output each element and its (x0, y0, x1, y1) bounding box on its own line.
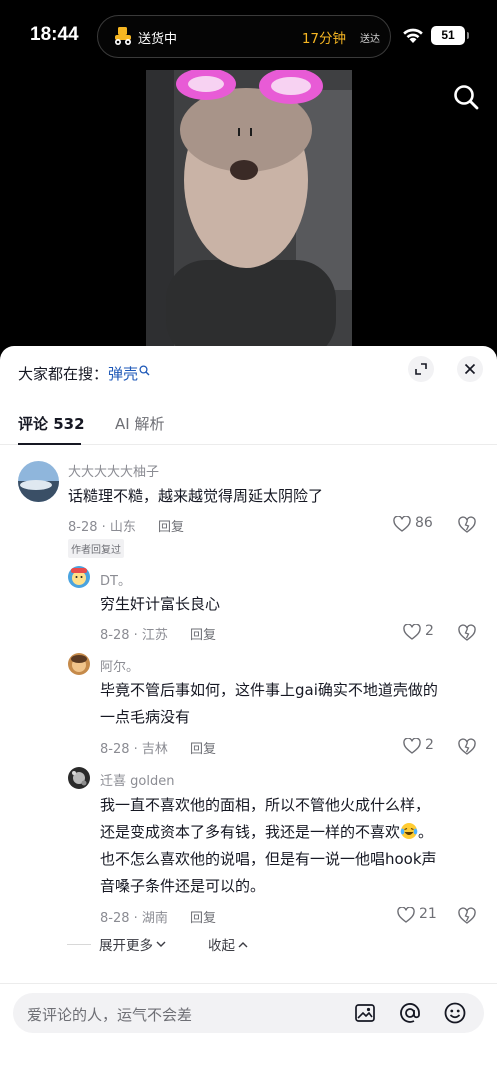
reply-text-line[interactable]: 还是变成资本了多有钱，我还是一样的不喜欢。 (100, 819, 433, 846)
comment-date-location: 8-28 · 山东 (68, 520, 136, 535)
wifi-icon (403, 28, 423, 43)
heart-icon (397, 907, 415, 923)
comment-input-placeholder: 爱评论的人，运气不会差 (27, 1006, 193, 1024)
tab-comments[interactable]: 评论 532 (18, 413, 85, 434)
avatar-image (68, 566, 90, 588)
delivery-scooter-icon (115, 27, 131, 45)
search-small-icon (139, 365, 150, 376)
avatar[interactable] (68, 653, 90, 675)
reply-button[interactable]: 回复 (158, 516, 184, 535)
delivery-eta: 17分钟 (301, 31, 346, 47)
video-player[interactable] (0, 70, 497, 362)
image-icon[interactable] (353, 1001, 377, 1025)
comment-text[interactable]: 话糙理不糙，越来越觉得周延太阴险了 (68, 483, 323, 510)
reply-text-fragment: 。 (418, 823, 434, 841)
author-replied-badge: 作者回复过 (68, 539, 124, 558)
reply-text-line[interactable]: 音嗓子条件还是可以的。 (100, 873, 265, 900)
status-bar: 18:44 送货中 17分钟 送达 51 (0, 0, 497, 72)
comment-sheet: 大家都在搜：弹壳 评论 532 AI 解析 大大大大大柚子 话糙理不糙，越来越觉… (0, 346, 497, 1080)
heart-icon (403, 738, 421, 754)
reply-username[interactable]: DT。 (100, 570, 131, 589)
delivery-live-activity[interactable]: 送货中 17分钟 送达 (97, 15, 391, 58)
like-count: 21 (419, 906, 437, 922)
emoji-icon[interactable] (443, 1001, 467, 1025)
comment-username[interactable]: 大大大大大柚子 (68, 461, 159, 480)
search-icon[interactable] (451, 82, 481, 112)
reply-text-line[interactable]: 我一直不喜欢他的面相，所以不管他火成什么样， (100, 792, 430, 819)
reply-text-line[interactable]: 也不怎么喜欢他的说唱，但是有一说一他唱hook声 (100, 846, 437, 873)
dislike-icon[interactable] (458, 516, 476, 533)
reply-username[interactable]: 阿尔。 (100, 656, 139, 675)
trending-keyword[interactable]: 弹壳 (108, 365, 138, 383)
reply-button[interactable]: 回复 (190, 624, 216, 643)
tab-ai-analysis[interactable]: AI 解析 (115, 413, 164, 434)
video-thumbnail (146, 70, 352, 360)
avatar[interactable] (68, 566, 90, 588)
reply-text[interactable]: 穷生奸计富长良心 (100, 591, 220, 618)
reply-text-line[interactable]: 一点毛病没有 (100, 704, 190, 731)
avatar-image (68, 767, 90, 789)
expand-icon (415, 363, 427, 375)
chevron-up-icon (238, 942, 248, 948)
avatar-image (18, 461, 59, 502)
expand-more-button[interactable]: 展开更多 (99, 934, 166, 954)
expand-more-label: 展开更多 (99, 938, 153, 954)
comment-input[interactable]: 爱评论的人，运气不会差 (13, 993, 484, 1033)
comment-tabs: 评论 532 AI 解析 (0, 408, 497, 445)
reply-date-location: 8-28 · 江苏 (100, 628, 168, 643)
avatar-image (68, 653, 90, 675)
reply-date-location: 8-28 · 湖南 (100, 911, 168, 926)
reply-username[interactable]: 迁喜 golden (100, 770, 174, 789)
trending-search[interactable]: 大家都在搜：弹壳 (18, 363, 150, 384)
fullscreen-button[interactable] (408, 356, 434, 382)
reply-button[interactable]: 回复 (190, 907, 216, 926)
reply-button[interactable]: 回复 (190, 738, 216, 757)
avatar[interactable] (18, 461, 59, 502)
reply-text-fragment: 还是变成资本了多有钱，我还是一样的不喜欢 (100, 823, 401, 841)
close-icon (464, 363, 476, 375)
video-frame[interactable] (146, 70, 352, 360)
like-count: 86 (415, 515, 433, 531)
laughing-crying-emoji-icon (400, 823, 418, 839)
delivery-eta-suffix: 送达 (360, 34, 380, 45)
divider-line (67, 944, 91, 945)
replies-expand-row: 展开更多 收起 (67, 934, 367, 954)
reply-text-line[interactable]: 毕竟不管后事如何，这件事上gai确实不地道壳做的 (100, 677, 438, 704)
heart-icon (393, 516, 411, 532)
collapse-button[interactable]: 收起 (208, 934, 248, 954)
collapse-label: 收起 (208, 938, 235, 954)
like-count: 2 (425, 737, 434, 753)
trending-prefix: 大家都在搜： (18, 365, 109, 383)
dislike-icon[interactable] (458, 907, 476, 924)
avatar[interactable] (68, 767, 90, 789)
dislike-icon[interactable] (458, 624, 476, 641)
chevron-down-icon (156, 941, 166, 947)
like-count: 2 (425, 623, 434, 639)
delivery-status: 送货中 (138, 32, 178, 47)
reply-date-location: 8-28 · 吉林 (100, 742, 168, 757)
input-divider (0, 983, 497, 984)
close-button[interactable] (457, 356, 483, 382)
active-tab-indicator (18, 443, 81, 445)
dislike-icon[interactable] (458, 738, 476, 755)
battery-indicator: 51 (431, 26, 469, 45)
status-time: 18:44 (30, 24, 79, 45)
mention-icon[interactable] (398, 1001, 422, 1025)
heart-icon (403, 624, 421, 640)
